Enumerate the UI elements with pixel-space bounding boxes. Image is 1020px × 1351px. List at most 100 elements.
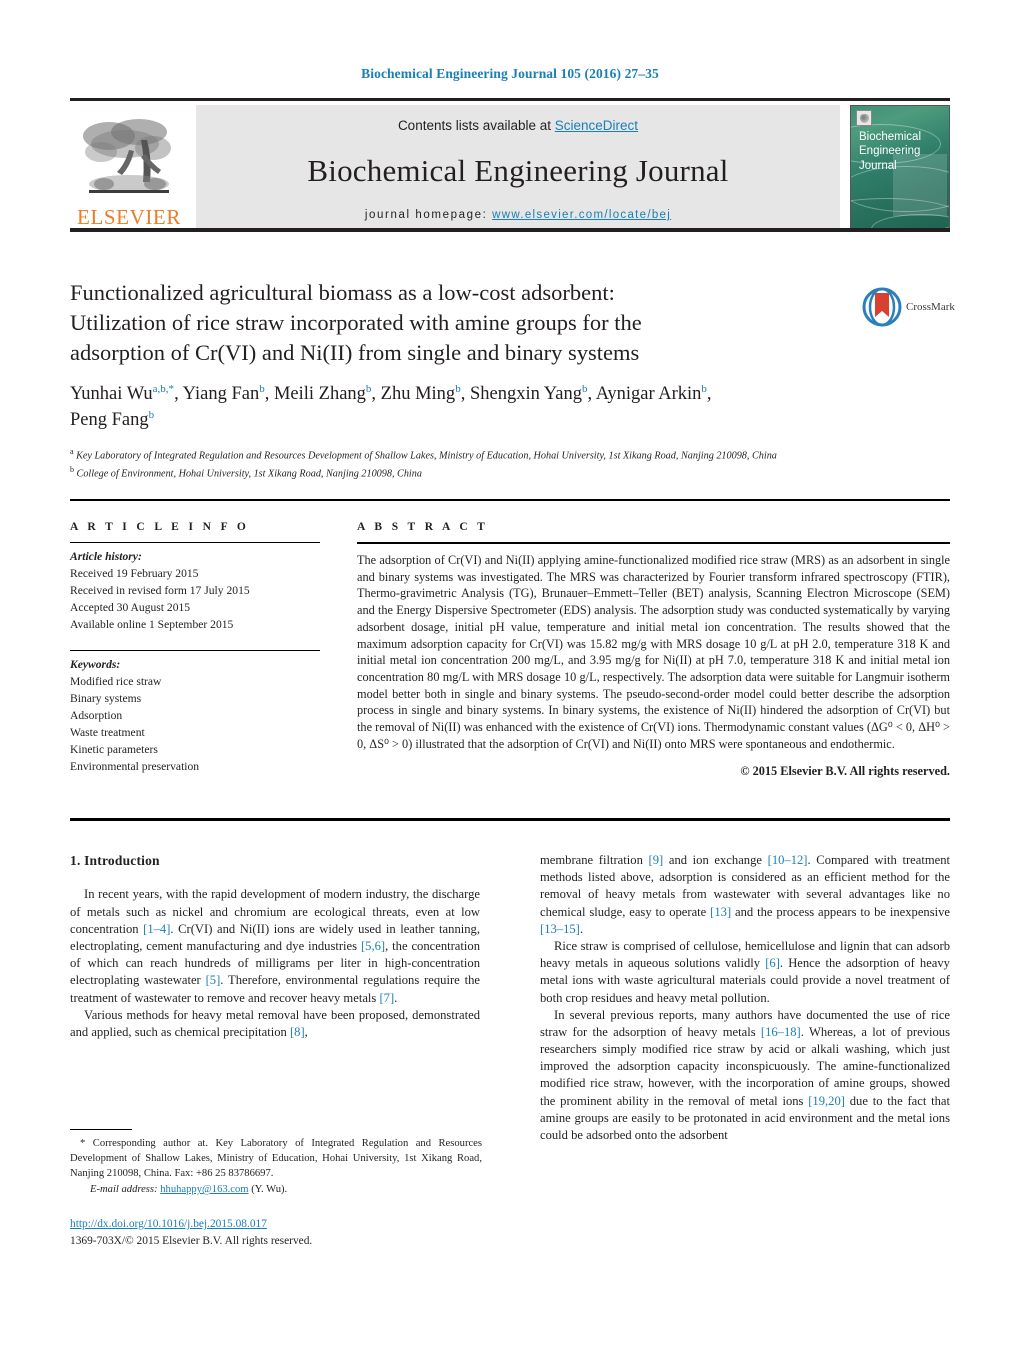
contents-available-line: Contents lists available at ScienceDirec… [398,118,638,133]
citation-ref[interactable]: [13] [710,905,731,919]
homepage-label: journal homepage: [364,209,488,221]
cover-elsevier-badge-icon [856,110,872,126]
elsevier-logo: ELSEVIER [70,105,188,230]
citation-ref[interactable]: [7] [379,991,394,1005]
masthead-bottom-rule [70,228,950,232]
abstract-copyright: © 2015 Elsevier B.V. All rights reserved… [740,763,950,778]
citation-ref[interactable]: [8] [290,1025,305,1039]
article-info-rule-1 [70,542,320,544]
citation-ref[interactable]: [1–4] [143,922,170,936]
citation-ref[interactable]: [5] [206,973,221,987]
cover-title-text: Biochemical Engineering Journal [859,130,943,173]
paper-page: Biochemical Engineering Journal 105 (201… [0,0,1020,1351]
author-affil-marker: a,b,* [152,383,175,395]
paragraph-text: . [579,921,584,936]
citation-ref[interactable]: [9] [649,853,664,867]
paragraph-text: and ion exchange [663,853,768,867]
article-info-heading: A R T I C L E I N F O [70,521,250,533]
cover-title-line2: Engineering [859,145,921,158]
citation-ref[interactable]: [6] [765,956,780,970]
email-link[interactable]: hhuhappy@163.com [160,1184,248,1195]
citation-ref[interactable]: [16–18] [761,1025,801,1039]
abstract-column: A B S T R A C T The adsorption of Cr(VI)… [357,521,950,779]
paragraph: Rice straw is comprised of cellulose, he… [540,938,950,1007]
running-head: Biochemical Engineering Journal 105 (201… [361,66,659,81]
paragraph-text: . [394,990,398,1005]
author-name: Peng Fang [70,409,149,430]
issn-copyright: 1369-703X/© 2015 Elsevier B.V. All right… [70,1235,313,1248]
affiliation-a-text: Key Laboratory of Integrated Regulation … [76,450,777,462]
author-separator: , [706,384,712,405]
bottom-metadata: http://dx.doi.org/10.1016/j.bej.2015.08.… [70,1216,530,1250]
history-item: Accepted 30 August 2015 [70,601,191,615]
citation-ref[interactable]: [10–12] [768,853,808,867]
abstract-heading: A B S T R A C T [357,521,489,533]
title-line-3: adsorption of Cr(VI) and Ni(II) from sin… [70,339,640,365]
crossmark-label: CrossMark [906,301,955,313]
abstract-rule [357,542,950,544]
masthead-top-rule [70,98,950,101]
crossmark-badge[interactable]: CrossMark [862,285,958,329]
journal-title: Biochemical Engineering Journal [307,153,729,188]
paragraph-text: , [304,1024,308,1039]
keyword-item: Adsorption [70,709,123,723]
email-label: E-mail address: [90,1184,158,1196]
author-name: , Yiang Fan [174,384,260,405]
paragraph-text: membrane filtration [540,853,649,867]
affiliation-marker-a: a [70,447,74,456]
history-item: Received in revised form 17 July 2015 [70,584,250,598]
section-heading-introduction: 1. Introduction [70,853,160,868]
author-name: , Aynigar Arkin [587,384,702,405]
citation-ref[interactable]: [5,6] [361,939,385,953]
doi-link[interactable]: http://dx.doi.org/10.1016/j.bej.2015.08.… [70,1218,267,1230]
author-list: Yunhai Wua,b,*, Yiang Fanb, Meili Zhangb… [70,382,870,433]
email-suffix: (Y. Wu). [248,1184,288,1196]
cover-title-line1: Biochemical [859,131,921,143]
crossmark-icon [862,287,902,327]
paragraph: membrane filtration [9] and ion exchange… [540,852,950,938]
footnote-block: * Corresponding author at. Key Laborator… [70,1136,482,1197]
history-item: Available online 1 September 2015 [70,618,234,632]
affiliation-b: b College of Environment, Hohai Universi… [70,464,900,482]
sciencedirect-link[interactable]: ScienceDirect [555,118,638,133]
author-affil-marker: b [148,408,155,421]
keyword-item: Modified rice straw [70,675,162,689]
cover-title-line3: Journal [859,159,897,172]
keywords-label: Keywords: [70,658,121,672]
journal-homepage-link[interactable]: www.elsevier.com/locate/bej [492,209,671,221]
journal-masthead: ELSEVIER Contents lists available at Sci… [70,98,950,232]
affiliation-a: a Key Laboratory of Integrated Regulatio… [70,446,900,464]
info-section-top-rule [70,499,950,501]
article-title-block: Functionalized agricultural biomass as a… [70,278,850,368]
article-history-block: Article history: Received 19 February 20… [70,549,320,634]
keywords-block: Keywords: Modified rice straw Binary sys… [70,657,320,775]
title-line-1: Functionalized agricultural biomass as a… [70,280,615,305]
article-history-label: Article history: [70,550,142,564]
citation-ref[interactable]: [19,20] [808,1094,845,1108]
article-info-rule-2 [70,650,320,652]
elsevier-wordmark: ELSEVIER [77,205,181,229]
abstract-bottom-rule [70,818,950,821]
affiliation-b-text: College of Environment, Hohai University… [76,468,422,480]
author-name: , Meili Zhang [264,384,366,405]
page-title: Functionalized agricultural biomass as a… [70,278,850,368]
abstract-text: The adsorption of Cr(VI) and Ni(II) appl… [357,553,950,751]
keyword-item: Waste treatment [70,726,145,740]
title-line-2: Utilization of rice straw incorporated w… [70,309,642,335]
email-note: E-mail address: hhuhappy@163.com (Y. Wu)… [70,1182,482,1197]
contents-prefix: Contents lists available at [397,118,555,133]
author-name: , Shengxin Yang [460,384,582,405]
masthead-center-panel: Contents lists available at ScienceDirec… [196,105,840,230]
journal-homepage-line: journal homepage: www.elsevier.com/locat… [196,209,840,221]
keyword-item: Environmental preservation [70,759,200,773]
footnote-divider [70,1129,132,1131]
paragraph: Various methods for heavy metal removal … [70,1007,480,1041]
paragraph: In recent years, with the rapid developm… [70,886,480,1006]
paragraph: In several previous reports, many author… [540,1007,950,1145]
affiliation-marker-b: b [70,464,74,474]
paragraph-text: Various methods for heavy metal removal … [70,1007,480,1039]
history-item: Received 19 February 2015 [70,567,199,581]
body-column-right: membrane filtration [9] and ion exchange… [540,852,950,1144]
affiliations: a Key Laboratory of Integrated Regulatio… [70,446,900,482]
citation-ref[interactable]: [13–15] [540,922,580,936]
